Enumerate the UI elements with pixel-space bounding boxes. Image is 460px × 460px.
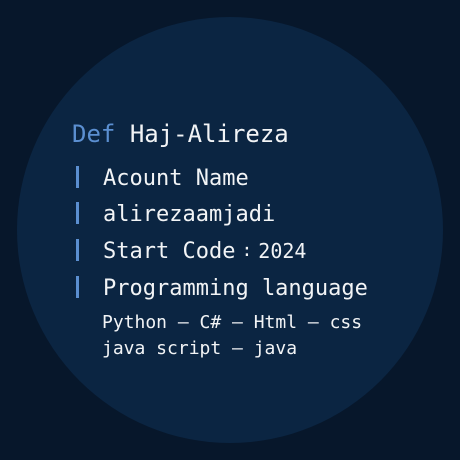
- account-name-label-row: Acount Name: [72, 164, 249, 194]
- programming-language-label: Programming language: [103, 276, 368, 301]
- account-name-label: Acount Name: [103, 166, 249, 191]
- accent-bar: [76, 276, 79, 298]
- def-keyword: Def: [72, 120, 116, 148]
- accent-bar: [76, 239, 79, 261]
- start-code-row: Start Code:2024: [72, 236, 306, 267]
- programming-language-row: Programming language: [72, 274, 368, 304]
- card-content: Def Haj-Alireza Acount Name alirezaamjad…: [0, 0, 460, 460]
- start-code-separator: :: [241, 240, 253, 261]
- profile-card: Def Haj-Alireza Acount Name alirezaamjad…: [0, 0, 460, 460]
- languages-line-2: java script – java: [102, 338, 298, 359]
- start-code-year: 2024: [258, 239, 307, 263]
- accent-bar: [76, 202, 79, 224]
- profile-title: Def Haj-Alireza: [72, 118, 289, 150]
- accent-bar: [76, 166, 79, 188]
- languages-line-1: Python – C# – Html – css: [102, 312, 363, 333]
- account-username-row: alirezaamjadi: [72, 200, 275, 230]
- account-username: alirezaamjadi: [103, 202, 276, 227]
- profile-name: Haj-Alireza: [129, 120, 289, 148]
- start-code-label: Start Code: [103, 239, 236, 264]
